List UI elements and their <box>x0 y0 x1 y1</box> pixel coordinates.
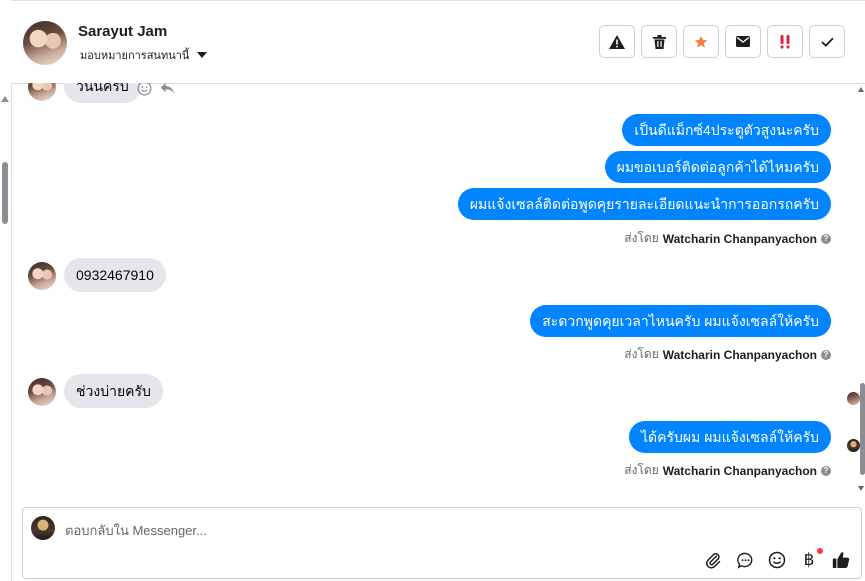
follow-up-button[interactable] <box>767 25 803 58</box>
scroll-up-arrow-icon[interactable] <box>858 87 864 92</box>
attach-file-button[interactable] <box>703 550 723 570</box>
contact-name[interactable]: Sarayut Jam <box>78 23 167 40</box>
contact-avatar-small[interactable] <box>28 378 56 406</box>
scroll-down-arrow-icon[interactable] <box>858 486 864 491</box>
message-thread[interactable]: วันนี้ครับ เป็นดีแม็กซ์4ประตูตัวสูงนะครั… <box>11 83 865 501</box>
sent-by-agent[interactable]: Watcharin Chanpanyachon <box>663 232 817 246</box>
trash-icon <box>652 34 666 49</box>
assign-label: มอบหมายการสนทนานี้ <box>80 50 190 62</box>
sent-by-prefix: ส่งโดย <box>624 347 659 361</box>
reply-composer: ฿ <box>22 507 862 579</box>
outgoing-message[interactable]: ผมแจ้งเซลล์ติดต่อพูดคุยรายละเอียดแนะนำกา… <box>457 188 831 220</box>
sent-by-agent[interactable]: Watcharin Chanpanyachon <box>663 464 817 478</box>
sent-by-label: ส่งโดย Watcharin Chanpanyachon ? <box>624 461 831 480</box>
sent-by-label: ส่งโดย Watcharin Chanpanyachon ? <box>624 345 831 364</box>
payment-button[interactable]: ฿ <box>799 548 823 570</box>
message-tools <box>137 83 175 96</box>
contact-avatar-small[interactable] <box>28 262 56 290</box>
sent-by-prefix: ส่งโดย <box>624 463 659 477</box>
outgoing-message[interactable]: เป็นดีแม็กซ์4ประตูตัวสูงนะครับ <box>622 114 831 146</box>
incoming-message[interactable]: 0932467910 <box>64 258 166 292</box>
mark-done-button[interactable] <box>809 25 845 58</box>
star-button[interactable] <box>683 25 719 58</box>
paperclip-icon <box>706 552 721 569</box>
emoji-button[interactable] <box>767 550 787 570</box>
mark-spam-button[interactable] <box>599 25 635 58</box>
react-emoji-icon[interactable] <box>137 83 152 96</box>
smiley-icon <box>768 551 786 569</box>
outgoing-message[interactable]: สะดวกพูดคุยเวลาไหนครับ ผมแจ้งเซลล์ให้ครั… <box>530 305 831 337</box>
composer-tools: ฿ <box>703 548 851 570</box>
outgoing-message[interactable]: ผมขอเบอร์ติดต่อลูกค้าได้ไหมครับ <box>604 151 831 183</box>
exclamation-icon <box>780 34 790 48</box>
warning-icon <box>609 34 625 49</box>
scrollbar-thumb[interactable] <box>860 383 865 475</box>
chat-bubble-icon <box>736 552 752 569</box>
reply-input[interactable] <box>65 520 665 540</box>
mark-unread-button[interactable] <box>725 25 761 58</box>
incoming-message[interactable]: ช่วงบ่ายครับ <box>64 374 163 408</box>
like-button[interactable] <box>831 550 851 570</box>
envelope-icon <box>736 36 750 47</box>
outgoing-message[interactable]: ได้ครับผม ผมแจ้งเซลล์ให้ครับ <box>628 421 831 453</box>
assign-conversation-dropdown[interactable]: มอบหมายการสนทนานี้ <box>80 46 208 64</box>
saved-replies-button[interactable] <box>735 550 755 570</box>
info-icon[interactable]: ? <box>821 233 831 244</box>
sent-by-prefix: ส่งโดย <box>624 231 659 245</box>
header-actions <box>599 25 845 58</box>
reply-icon[interactable] <box>160 83 175 95</box>
thumbs-up-icon <box>832 552 850 568</box>
star-icon <box>694 35 708 48</box>
contact-avatar[interactable] <box>23 21 67 65</box>
delete-button[interactable] <box>641 25 677 58</box>
sent-by-label: ส่งโดย Watcharin Chanpanyachon ? <box>624 229 831 248</box>
conversation-header: Sarayut Jam มอบหมายการสนทนานี้ <box>11 0 865 84</box>
sent-by-agent[interactable]: Watcharin Chanpanyachon <box>663 348 817 362</box>
info-icon[interactable]: ? <box>821 465 831 476</box>
page-avatar <box>31 516 55 540</box>
incoming-message[interactable]: วันนี้ครับ <box>64 83 141 103</box>
baht-icon: ฿ <box>803 550 815 570</box>
right-scrollbar[interactable] <box>857 83 865 501</box>
info-icon[interactable]: ? <box>821 349 831 360</box>
scrollbar-thumb[interactable] <box>2 162 8 224</box>
notification-dot <box>817 548 823 554</box>
caret-down-icon <box>197 52 208 58</box>
scroll-up-arrow-icon[interactable] <box>1 96 9 102</box>
check-icon <box>820 37 834 47</box>
contact-avatar-small[interactable] <box>28 83 56 101</box>
